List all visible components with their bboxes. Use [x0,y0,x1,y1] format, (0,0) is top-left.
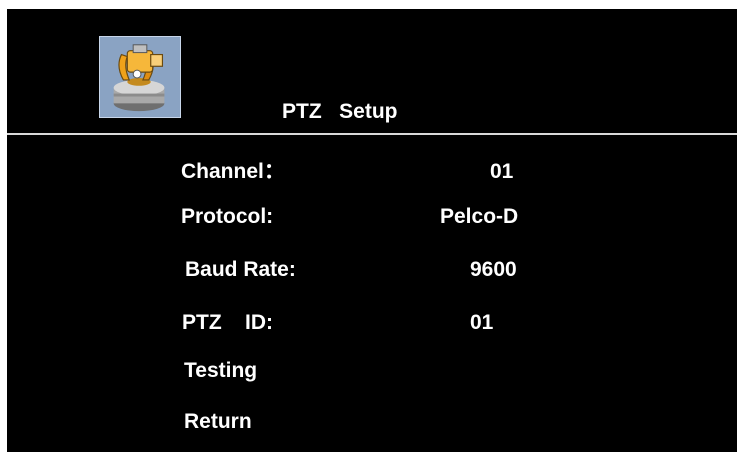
protocol-label: Protocol: [181,205,274,228]
ptz-camera-icon [99,36,181,118]
ptz-id-value[interactable]: 01 [470,311,493,335]
protocol-value[interactable]: Pelco-D [440,205,518,229]
page-title: PTZ Setup [282,100,398,123]
testing-button[interactable]: Testing [184,359,257,383]
channel-label: Channel： [181,160,285,183]
baud-rate-label: Baud Rate: [185,258,296,281]
title-divider [7,133,737,135]
return-button[interactable]: Return [184,410,252,434]
baud-rate-value[interactable]: 9600 [470,258,517,282]
ptz-setup-screen: PTZ Setup Channel： 01 Protocol: Pelco-D … [7,9,737,452]
ptz-id-label: PTZ ID: [182,311,273,334]
channel-value[interactable]: 01 [490,160,513,184]
